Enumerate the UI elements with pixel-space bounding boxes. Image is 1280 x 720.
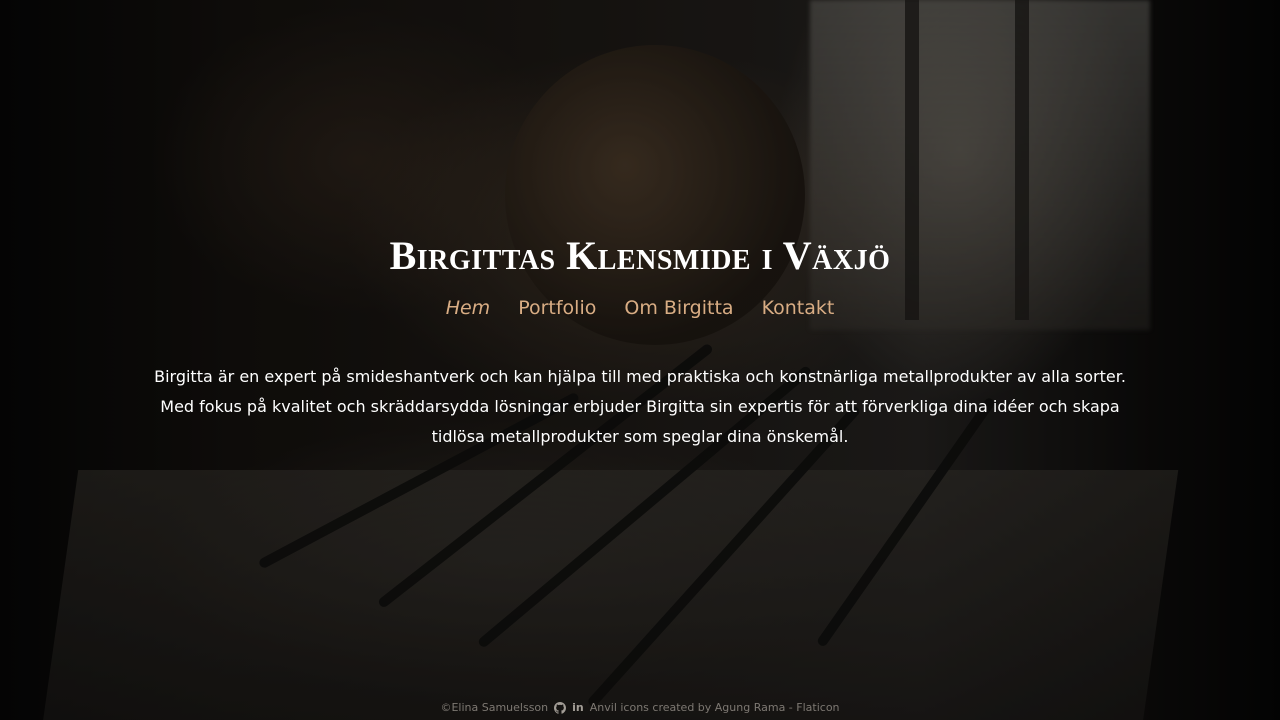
nav-link-hem[interactable]: Hem — [446, 297, 491, 319]
intro-text: Birgitta är en expert på smideshantverk … — [154, 367, 1126, 446]
main-nav: Hem Portfolio Om Birgitta Kontakt — [0, 297, 1280, 319]
nav-link-kontakt[interactable]: Kontakt — [762, 297, 835, 319]
linkedin-icon[interactable]: in — [572, 701, 584, 714]
nav-link-portfolio[interactable]: Portfolio — [518, 297, 596, 319]
github-icon[interactable] — [554, 701, 567, 714]
nav-link-om-birgitta[interactable]: Om Birgitta — [624, 297, 733, 319]
icon-credits-link[interactable]: Anvil icons created by Agung Rama - Flat… — [590, 701, 840, 714]
page-content: Birgittas Klensmide i Växjö Hem Portfoli… — [0, 0, 1280, 720]
site-title: Birgittas Klensmide i Växjö — [389, 233, 891, 278]
copyright-text: ©Elina Samuelsson — [440, 701, 549, 714]
footer: ©Elina Samuelsson in Anvil icons created… — [0, 701, 1280, 714]
